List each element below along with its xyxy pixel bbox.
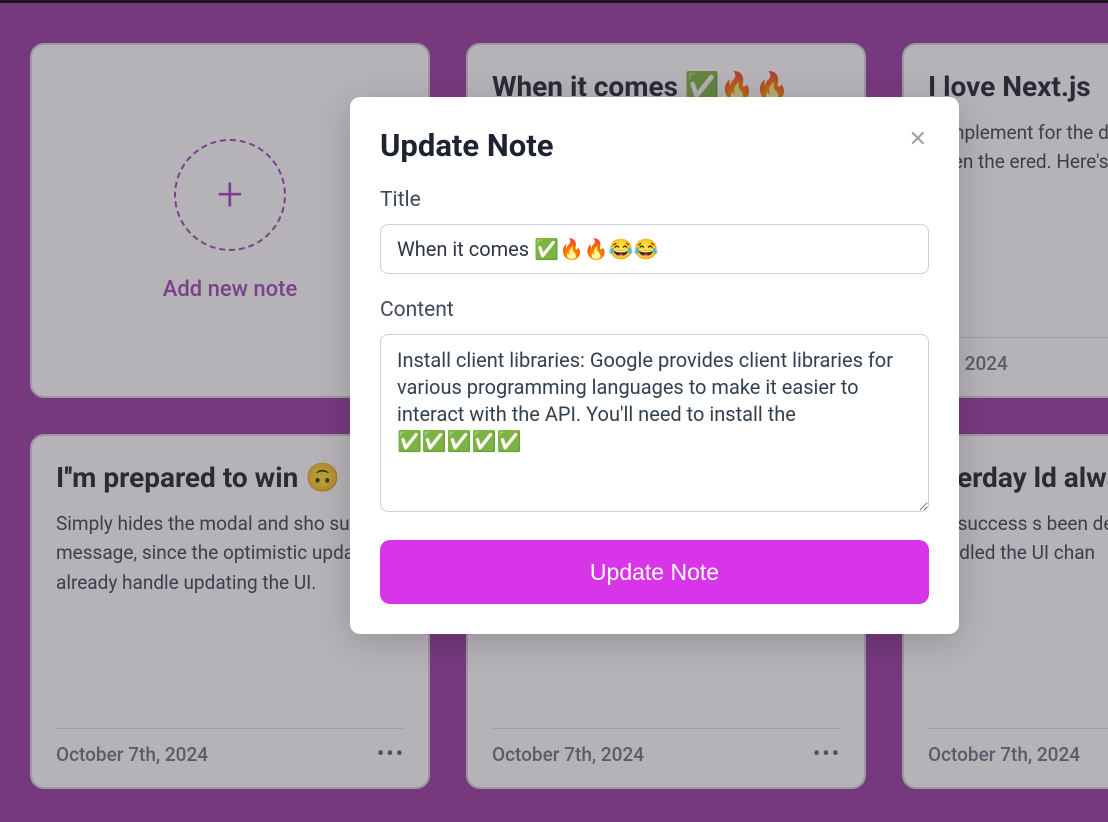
- close-icon[interactable]: ✕: [909, 127, 929, 151]
- update-note-button[interactable]: Update Note: [380, 540, 929, 604]
- title-label: Title: [380, 188, 929, 212]
- title-input[interactable]: [380, 224, 929, 274]
- content-textarea[interactable]: [380, 334, 929, 512]
- modal-heading: Update Note: [380, 127, 553, 164]
- update-note-modal: Update Note ✕ Title Content Update Note: [350, 97, 959, 634]
- modal-header: Update Note ✕: [380, 127, 929, 164]
- content-label: Content: [380, 298, 929, 322]
